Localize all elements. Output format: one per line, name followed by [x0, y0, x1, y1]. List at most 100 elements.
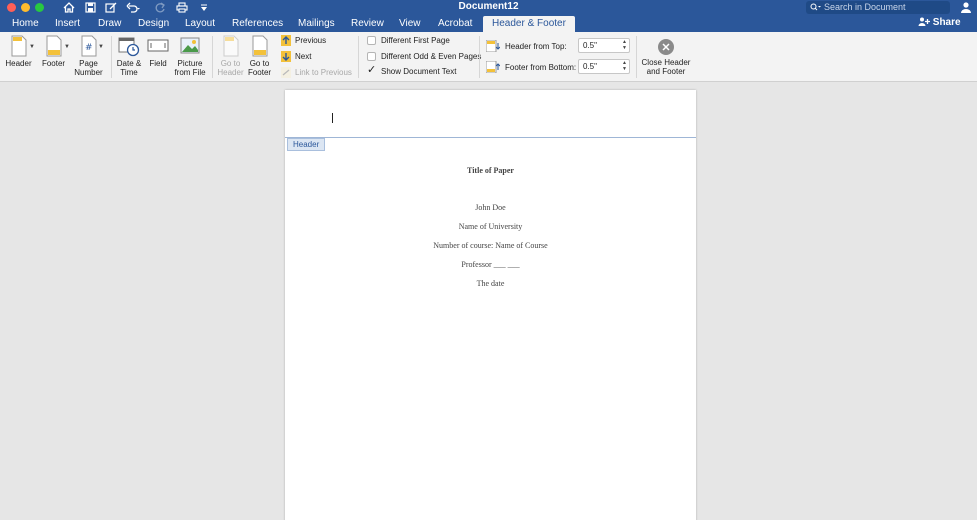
tab-draw[interactable]: Draw	[98, 17, 121, 32]
footer-button[interactable]: Footer	[40, 35, 67, 68]
go-to-footer-label-2: Footer	[247, 68, 272, 77]
author-line: John Doe	[475, 203, 506, 212]
document-page[interactable]: Header Title of Paper John Doe Name of U…	[285, 90, 696, 520]
close-icon	[658, 39, 674, 55]
footer-from-bottom-row: Footer from Bottom:	[486, 61, 576, 73]
picture-label-2: from File	[174, 68, 206, 77]
header-from-top-stepper-icon[interactable]: ▲ ▼	[622, 39, 627, 51]
header-from-top-label: Header from Top:	[505, 41, 567, 51]
document-canvas: Header Title of Paper John Doe Name of U…	[0, 82, 977, 520]
text-cursor	[332, 113, 333, 123]
header-tag: Header	[287, 138, 326, 151]
go-to-footer-button[interactable]: Go to Footer	[246, 35, 273, 77]
header-position-icon	[486, 40, 500, 52]
close-label-1: Close Header	[641, 58, 691, 67]
title-bar: Document12 Search in Document	[0, 0, 977, 15]
page-number-button[interactable]: # Page Number	[73, 35, 104, 77]
show-document-text-checkbox[interactable]: ✓ Show Document Text	[367, 65, 457, 77]
header-boundary-line	[285, 137, 696, 138]
previous-button[interactable]: Previous	[281, 35, 326, 46]
go-to-header-label-2: Header	[217, 68, 244, 77]
header-button[interactable]: Header	[5, 35, 32, 68]
different-first-page-label: Different First Page	[381, 36, 450, 45]
footer-icon	[46, 35, 61, 57]
ribbon-tab-bar: Home Insert Draw Design Layout Reference…	[0, 15, 977, 32]
tab-mailings[interactable]: Mailings	[298, 17, 335, 32]
go-to-header-label-1: Go to	[220, 59, 241, 68]
calendar-clock-icon	[118, 37, 140, 57]
tab-references[interactable]: References	[232, 17, 283, 32]
field-button[interactable]: Field	[146, 35, 170, 68]
close-label-2: and Footer	[646, 67, 686, 76]
header-icon	[11, 35, 26, 57]
checkmark-icon[interactable]: ✓	[367, 65, 376, 76]
previous-icon	[281, 35, 291, 46]
university-line: Name of University	[458, 222, 523, 231]
different-first-page-checkbox[interactable]: Different First Page	[367, 36, 450, 45]
tab-view[interactable]: View	[399, 17, 421, 32]
page-number-dropdown-icon[interactable]: ▼	[98, 44, 104, 50]
footer-from-bottom-input[interactable]: 0.5" ▲ ▼	[578, 59, 630, 74]
share-label: Share	[932, 17, 961, 28]
date-time-label-1: Date &	[116, 59, 142, 68]
separator	[636, 36, 637, 78]
account-icon[interactable]	[960, 1, 972, 16]
tab-acrobat[interactable]: Acrobat	[438, 17, 472, 32]
footer-from-bottom-label: Footer from Bottom:	[505, 62, 577, 72]
link-to-previous-button[interactable]: Link to Previous	[281, 67, 352, 78]
footer-dropdown-icon[interactable]: ▼	[64, 44, 70, 50]
footer-position-icon	[486, 61, 500, 73]
date-line: The date	[476, 279, 505, 288]
separator	[212, 36, 213, 78]
field-label: Field	[149, 59, 167, 68]
ribbon: Header ▼ Footer ▼ # Page Number ▼ Date &…	[0, 32, 977, 82]
header-dropdown-icon[interactable]: ▼	[29, 44, 35, 50]
date-time-label-2: Time	[120, 68, 138, 77]
picture-from-file-button[interactable]: Picture from File	[173, 35, 207, 77]
go-to-header-button[interactable]: Go to Header	[217, 35, 244, 77]
page-number-icon: #	[81, 35, 96, 57]
header-from-top-value: 0.5"	[583, 41, 597, 50]
close-header-footer-button[interactable]: Close Header and Footer	[640, 38, 692, 76]
next-label: Next	[295, 52, 312, 61]
tab-review[interactable]: Review	[351, 17, 384, 32]
date-time-button[interactable]: Date & Time	[116, 35, 142, 77]
search-placeholder: Search in Document	[824, 2, 906, 12]
share-button[interactable]: Share	[918, 17, 961, 28]
tab-design[interactable]: Design	[138, 17, 169, 32]
header-from-top-row: Header from Top:	[486, 40, 567, 52]
footer-from-bottom-value: 0.5"	[583, 62, 597, 71]
paper-title: Title of Paper	[467, 166, 514, 175]
footer-from-bottom-stepper-icon[interactable]: ▲ ▼	[622, 60, 627, 72]
different-odd-even-label: Different Odd & Even Pages	[381, 52, 482, 61]
next-icon	[281, 51, 291, 62]
tab-header-footer[interactable]: Header & Footer	[483, 16, 575, 32]
separator	[358, 36, 359, 78]
link-icon	[281, 67, 291, 78]
next-button[interactable]: Next	[281, 51, 311, 62]
search-input[interactable]: Search in Document	[806, 1, 950, 14]
go-to-header-icon	[223, 35, 238, 57]
picture-label-1: Picture	[177, 59, 203, 68]
show-document-text-label: Show Document Text	[381, 67, 457, 76]
svg-text:#: #	[85, 43, 93, 53]
course-line: Number of course: Name of Course	[433, 241, 548, 250]
different-odd-even-checkbox[interactable]: Different Odd & Even Pages	[367, 52, 481, 61]
separator	[111, 36, 112, 78]
picture-icon	[180, 37, 200, 54]
go-to-footer-label-1: Go to	[249, 59, 270, 68]
different-first-page-box[interactable]	[367, 36, 376, 45]
separator	[479, 36, 480, 78]
previous-label: Previous	[295, 36, 327, 45]
tab-home[interactable]: Home	[12, 17, 39, 32]
tab-insert[interactable]: Insert	[55, 17, 80, 32]
page-number-label-1: Page	[79, 59, 98, 68]
page-number-label-2: Number	[74, 68, 103, 77]
footer-button-label: Footer	[41, 59, 66, 68]
header-from-top-input[interactable]: 0.5" ▲ ▼	[578, 38, 630, 53]
tab-layout[interactable]: Layout	[185, 17, 215, 32]
header-button-label: Header	[5, 59, 32, 68]
go-to-footer-icon	[252, 35, 267, 57]
link-to-previous-label: Link to Previous	[295, 68, 352, 77]
different-odd-even-box[interactable]	[367, 52, 376, 61]
